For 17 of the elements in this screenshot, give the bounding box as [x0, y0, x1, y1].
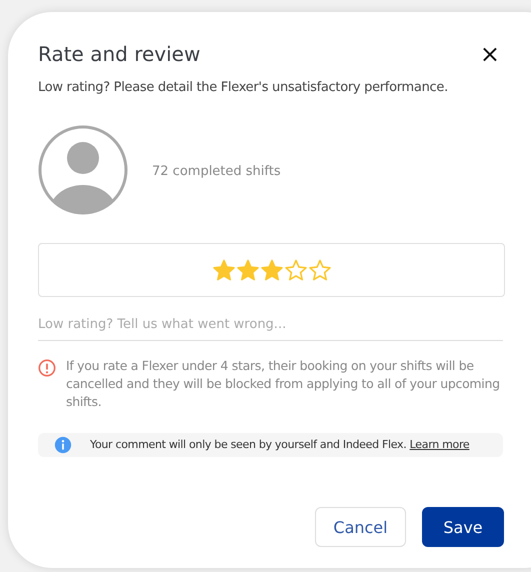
dialog-title: Rate and review — [38, 42, 200, 66]
learn-more-link[interactable]: Learn more — [410, 438, 470, 451]
close-button[interactable]: × — [480, 42, 500, 66]
warning-icon — [38, 359, 56, 377]
dialog-subtitle: Low rating? Please detail the Flexer's unsatisfactory performance. — [38, 80, 449, 95]
save-button[interactable]: Save — [422, 507, 504, 547]
completed-shifts: 72 completed shifts — [152, 162, 281, 178]
info-text: Your comment will only be seen by yourself and Indeed Flex. Learn more — [90, 439, 470, 451]
empty-star-icon[interactable] — [308, 259, 330, 281]
cancel-button[interactable]: Cancel — [315, 507, 406, 547]
warning-text: If you rate a Flexer under 4 stars, their booking on your shifts will be cancelled and they will be blocked from applying to all of your upcoming shifts. — [66, 357, 501, 411]
avatar-icon — [38, 125, 128, 215]
filled-star-icon[interactable] — [236, 259, 258, 281]
filled-star-icon[interactable] — [260, 259, 282, 281]
filled-star-icon[interactable] — [212, 259, 234, 281]
empty-star-icon[interactable] — [284, 259, 306, 281]
info-icon — [54, 436, 72, 454]
